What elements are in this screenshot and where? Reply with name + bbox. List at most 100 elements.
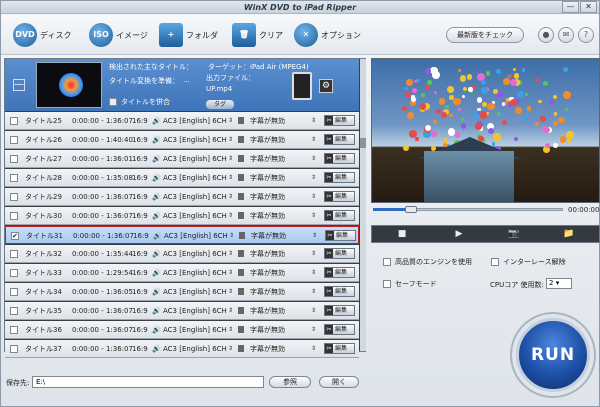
subtitle-dropdown-arrow-icon[interactable]: ⇕ — [311, 131, 316, 149]
subtitle-dropdown-arrow-icon[interactable]: ⇕ — [311, 321, 316, 339]
open-button[interactable]: 開く — [319, 376, 359, 388]
folder-button[interactable]: + フォルダ — [159, 21, 218, 49]
row-subtitle[interactable]: 字幕が無効 — [250, 321, 285, 339]
row-checkbox[interactable] — [10, 174, 18, 182]
check-update-button[interactable]: 最新版をチェック — [446, 27, 524, 43]
hq-engine-checkbox[interactable] — [383, 258, 391, 266]
play-icon[interactable]: ▶ — [434, 228, 484, 241]
disc-button[interactable]: DVD ディスク — [13, 21, 71, 49]
scrollbar-thumb[interactable] — [360, 138, 366, 148]
list-scrollbar[interactable] — [360, 59, 366, 351]
table-row[interactable]: タイトル35 0:00:00 - 1:36:07 16:9 🔊 AC3 [English… — [5, 302, 359, 320]
edit-button[interactable]: ✂ 編集 — [324, 343, 355, 354]
row-audio[interactable]: AC3 [English] 6CH — [163, 264, 227, 282]
table-row[interactable]: ✔ タイトル31 0:00:00 - 1:36:07 16:9 🔊 AC3 [Englis… — [5, 226, 359, 244]
row-audio[interactable]: AC3 [English] 6CH — [163, 245, 227, 263]
row-audio[interactable]: AC3 [English] 6CH — [163, 169, 227, 187]
row-subtitle[interactable]: 字幕が無効 — [250, 207, 285, 225]
table-row[interactable]: タイトル28 0:00:00 - 1:35:08 16:9 🔊 AC3 [English… — [5, 169, 359, 187]
row-subtitle[interactable]: 字幕が無効 — [250, 150, 285, 168]
safe-mode-option[interactable]: セーフモード — [383, 279, 437, 289]
merge-checkbox[interactable] — [109, 98, 117, 106]
audio-dropdown-arrow-icon[interactable]: ⇕ — [228, 112, 233, 130]
option-button[interactable]: ✕ オプション — [294, 21, 361, 49]
safe-mode-checkbox[interactable] — [383, 280, 391, 288]
edit-button[interactable]: ✂ 編集 — [324, 134, 355, 145]
gear-icon[interactable]: ⚙ — [319, 79, 333, 93]
row-subtitle[interactable]: 字幕が無効 — [250, 245, 285, 263]
row-audio[interactable]: AC3 [English] 6CH — [163, 207, 227, 225]
edit-button[interactable]: ✂ 編集 — [324, 324, 355, 335]
row-subtitle[interactable]: 字幕が無効 — [250, 340, 285, 358]
edit-button[interactable]: ✂ 編集 — [324, 153, 355, 164]
table-row[interactable]: タイトル25 0:00:00 - 1:36:07 16:9 🔊 AC3 [English… — [5, 112, 359, 130]
row-checkbox[interactable] — [10, 193, 18, 201]
mail-icon[interactable]: ✉ — [558, 27, 574, 43]
table-row[interactable]: タイトル37 0:00:00 - 1:36:07 16:9 🔊 AC3 [English… — [5, 340, 359, 358]
audio-dropdown-arrow-icon[interactable]: ⇕ — [228, 207, 233, 225]
subtitle-dropdown-arrow-icon[interactable]: ⇕ — [311, 340, 316, 358]
edit-button[interactable]: ✂ 編集 — [324, 172, 355, 183]
subtitle-dropdown-arrow-icon[interactable]: ⇕ — [311, 207, 316, 225]
deinterlace-checkbox[interactable] — [491, 258, 499, 266]
row-subtitle[interactable]: 字幕が無効 — [250, 188, 285, 206]
row-subtitle[interactable]: 字幕が無効 — [250, 264, 285, 282]
hq-engine-option[interactable]: 高品質のエンジンを使用 — [383, 257, 472, 267]
audio-dropdown-arrow-icon[interactable]: ⇕ — [228, 245, 233, 263]
edit-button[interactable]: ✂ 編集 — [324, 267, 355, 278]
table-row[interactable]: タイトル30 0:00:00 - 1:36:07 16:9 🔊 AC3 [English… — [5, 207, 359, 225]
row-checkbox[interactable] — [10, 117, 18, 125]
table-row[interactable]: タイトル33 0:00:00 - 1:29:54 16:9 🔊 AC3 [English… — [5, 264, 359, 282]
table-row[interactable]: タイトル29 0:00:00 - 1:36:07 16:9 🔊 AC3 [English… — [5, 188, 359, 206]
edit-button[interactable]: ✂ 編集 — [324, 115, 355, 126]
row-checkbox[interactable] — [10, 345, 18, 353]
row-checkbox[interactable] — [10, 307, 18, 315]
row-subtitle[interactable]: 字幕が無効 — [251, 227, 286, 245]
cpu-core-select[interactable]: 2 ▾ — [546, 278, 572, 289]
audio-dropdown-arrow-icon[interactable]: ⇕ — [228, 340, 233, 358]
deinterlace-option[interactable]: インターレース解除 — [491, 257, 566, 267]
row-checkbox[interactable]: ✔ — [11, 232, 19, 240]
subtitle-dropdown-arrow-icon[interactable]: ⇕ — [311, 112, 316, 130]
row-subtitle[interactable]: 字幕が無効 — [250, 302, 285, 320]
row-audio[interactable]: AC3 [English] 6CH — [163, 188, 227, 206]
row-audio[interactable]: AC3 [English] 6CH — [163, 321, 227, 339]
audio-dropdown-arrow-icon[interactable]: ⇕ — [228, 150, 233, 168]
subtitle-dropdown-arrow-icon[interactable]: ⇕ — [311, 169, 316, 187]
seek-bar[interactable]: 00:00:00 — [371, 205, 600, 215]
subtitle-dropdown-arrow-icon[interactable]: ⇕ — [311, 283, 316, 301]
subtitle-dropdown-arrow-icon[interactable]: ⇕ — [311, 302, 316, 320]
audio-dropdown-arrow-icon[interactable]: ⇕ — [228, 302, 233, 320]
user-icon[interactable]: ● — [538, 27, 554, 43]
clear-button[interactable]: 🗑 クリア — [232, 21, 283, 49]
browse-button[interactable]: 参照 — [269, 376, 311, 388]
row-subtitle[interactable]: 字幕が無効 — [250, 112, 285, 130]
audio-dropdown-arrow-icon[interactable]: ⇕ — [228, 188, 233, 206]
row-checkbox[interactable] — [10, 212, 18, 220]
open-folder-icon[interactable]: 📁 — [544, 228, 594, 241]
output-folder-input[interactable]: E:\ — [32, 376, 264, 388]
edit-button[interactable]: ✂ 編集 — [324, 191, 355, 202]
close-button[interactable]: ✕ — [580, 1, 597, 13]
collapse-button[interactable]: — — [13, 79, 25, 91]
edit-button[interactable]: ✂ 編集 — [324, 210, 355, 221]
audio-dropdown-arrow-icon[interactable]: ⇕ — [228, 283, 233, 301]
snapshot-icon[interactable]: 📷 — [489, 228, 539, 241]
row-audio[interactable]: AC3 [English] 6CH — [163, 131, 227, 149]
audio-dropdown-arrow-icon[interactable]: ⇕ — [228, 321, 233, 339]
row-audio[interactable]: AC3 [English] 6CH — [164, 227, 228, 245]
row-audio[interactable]: AC3 [English] 6CH — [163, 340, 227, 358]
row-audio[interactable]: AC3 [English] 6CH — [163, 302, 227, 320]
table-row[interactable]: タイトル32 0:00:00 - 1:35:44 16:9 🔊 AC3 [English… — [5, 245, 359, 263]
row-checkbox[interactable] — [10, 155, 18, 163]
row-checkbox[interactable] — [10, 136, 18, 144]
tag-button[interactable]: タグ — [206, 100, 234, 109]
edit-button[interactable]: ✂ 編集 — [324, 286, 355, 297]
row-checkbox[interactable] — [10, 288, 18, 296]
help-icon[interactable]: ? — [578, 27, 594, 43]
row-audio[interactable]: AC3 [English] 6CH — [163, 150, 227, 168]
edit-button[interactable]: ✂ 編集 — [325, 230, 356, 241]
seek-knob[interactable] — [405, 206, 417, 213]
audio-dropdown-arrow-icon[interactable]: ⇕ — [229, 227, 234, 245]
table-row[interactable]: タイトル27 0:00:00 - 1:36:01 16:9 🔊 AC3 [English… — [5, 150, 359, 168]
